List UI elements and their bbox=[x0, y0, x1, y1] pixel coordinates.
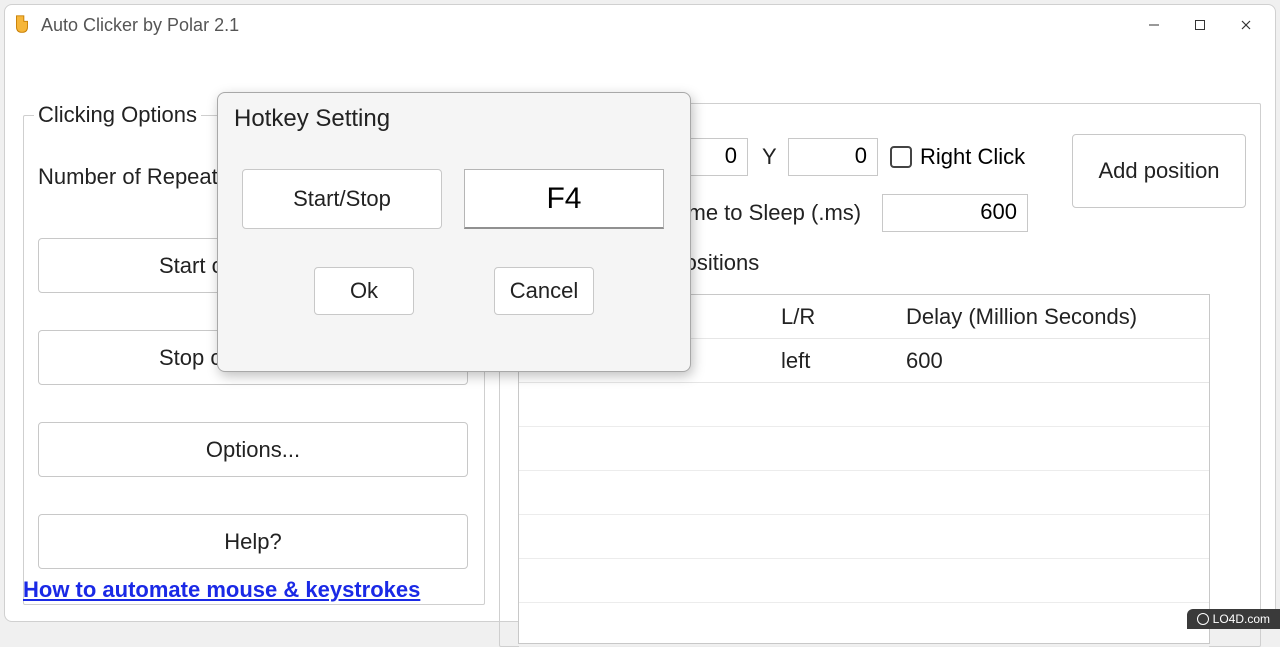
table-row bbox=[519, 603, 1209, 647]
repeats-label: Number of Repeats bbox=[38, 164, 229, 190]
table-row bbox=[519, 471, 1209, 515]
help-button[interactable]: Help? bbox=[38, 514, 468, 569]
ok-label: Ok bbox=[350, 278, 378, 304]
x-value: 0 bbox=[725, 143, 737, 168]
watermark-text: LO4D.com bbox=[1213, 612, 1270, 626]
add-position-label: Add position bbox=[1098, 158, 1219, 184]
cell-delay: 600 bbox=[894, 348, 1209, 374]
globe-icon bbox=[1197, 613, 1209, 625]
options-button[interactable]: Options... bbox=[38, 422, 468, 477]
right-click-checkbox[interactable]: Right Click bbox=[890, 144, 1025, 170]
add-position-button[interactable]: Add position bbox=[1072, 134, 1246, 208]
y-label: Y bbox=[762, 144, 777, 170]
watermark-badge: LO4D.com bbox=[1187, 609, 1280, 629]
cell-lr: left bbox=[769, 348, 894, 374]
time-to-sleep-value: 600 bbox=[980, 199, 1017, 224]
table-row bbox=[519, 515, 1209, 559]
y-value: 0 bbox=[855, 143, 867, 168]
time-to-sleep-label: Time to Sleep (.ms) bbox=[670, 200, 861, 226]
help-button-label: Help? bbox=[224, 529, 281, 555]
checkbox-box-icon bbox=[890, 146, 912, 168]
close-button[interactable] bbox=[1223, 9, 1269, 41]
options-button-label: Options... bbox=[206, 437, 300, 463]
automate-link[interactable]: How to automate mouse & keystrokes bbox=[23, 577, 420, 603]
hotkey-input[interactable]: F4 bbox=[464, 169, 664, 229]
table-header-delay: Delay (Million Seconds) bbox=[894, 304, 1209, 330]
app-icon bbox=[11, 14, 33, 36]
content-area: Clicking Options Number of Repeats Start… bbox=[5, 45, 1275, 65]
right-click-label: Right Click bbox=[920, 144, 1025, 170]
start-stop-button[interactable]: Start/Stop bbox=[242, 169, 442, 229]
table-header-lr: L/R bbox=[769, 304, 894, 330]
hotkey-setting-dialog: Hotkey Setting Start/Stop F4 Ok Cancel bbox=[217, 92, 691, 372]
table-row bbox=[519, 383, 1209, 427]
ok-button[interactable]: Ok bbox=[314, 267, 414, 315]
minimize-button[interactable] bbox=[1131, 9, 1177, 41]
dialog-title: Hotkey Setting bbox=[218, 93, 690, 137]
cancel-label: Cancel bbox=[510, 278, 578, 304]
clicking-options-legend: Clicking Options bbox=[34, 102, 201, 128]
table-row bbox=[519, 427, 1209, 471]
window-title: Auto Clicker by Polar 2.1 bbox=[41, 15, 1131, 36]
time-to-sleep-input[interactable]: 600 bbox=[882, 194, 1028, 232]
hotkey-value: F4 bbox=[546, 182, 581, 216]
table-row bbox=[519, 559, 1209, 603]
start-stop-label: Start/Stop bbox=[293, 186, 391, 212]
cancel-button[interactable]: Cancel bbox=[494, 267, 594, 315]
y-input[interactable]: 0 bbox=[788, 138, 878, 176]
maximize-button[interactable] bbox=[1177, 9, 1223, 41]
titlebar: Auto Clicker by Polar 2.1 bbox=[5, 5, 1275, 45]
